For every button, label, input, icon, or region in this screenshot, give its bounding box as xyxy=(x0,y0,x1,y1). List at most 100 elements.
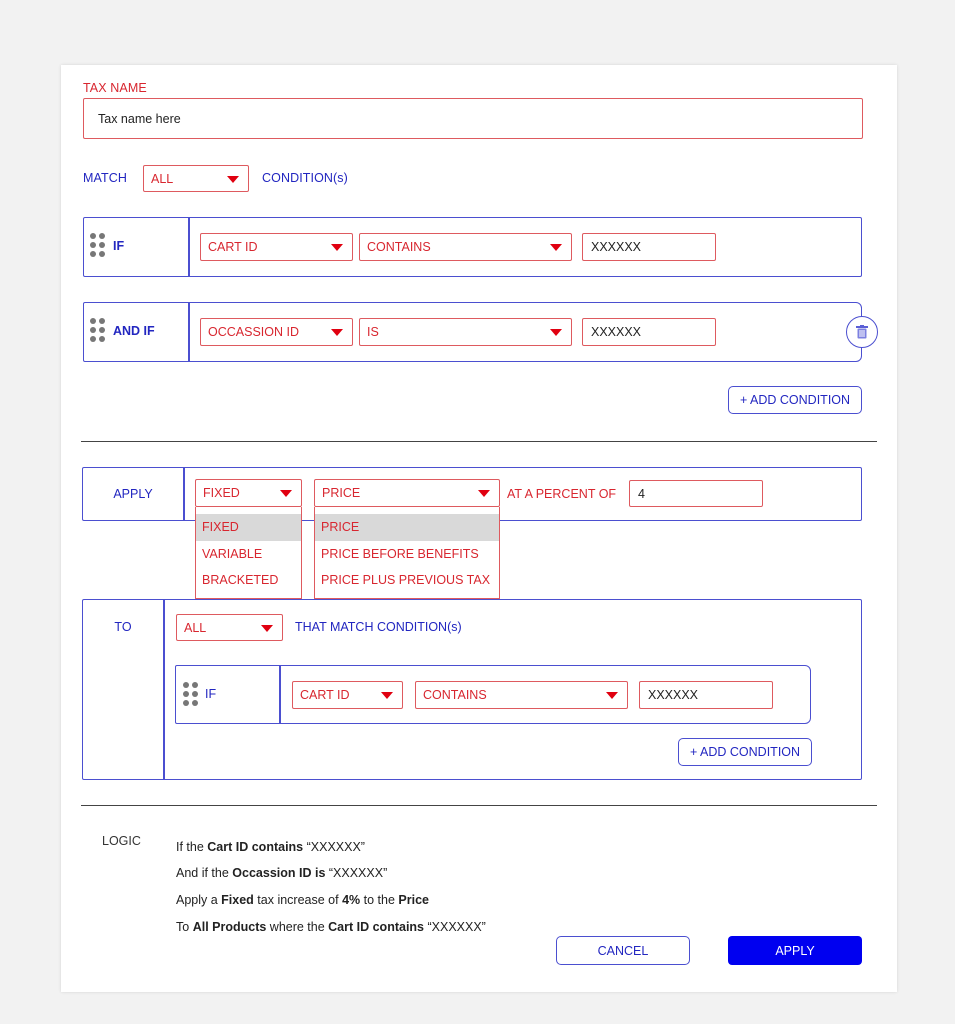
logic-line: If the Cart ID contains “XXXXXX” xyxy=(176,840,365,854)
add-condition-button[interactable]: + ADD CONDITION xyxy=(728,386,862,414)
delete-condition-button[interactable] xyxy=(846,316,878,348)
divider xyxy=(188,303,190,361)
cancel-button[interactable]: CANCEL xyxy=(556,936,690,965)
logic-emphasis: Price xyxy=(398,893,429,907)
value-text: XXXXXX xyxy=(591,325,642,339)
percent-input[interactable]: 4 xyxy=(629,480,763,507)
chevron-down-icon xyxy=(261,624,273,632)
condition-value-input[interactable]: XXXXXX xyxy=(582,233,716,261)
option-price-before-benefits[interactable]: PRICE BEFORE BENEFITS xyxy=(315,541,499,568)
percent-value: 4 xyxy=(638,486,645,501)
option-price[interactable]: PRICE xyxy=(315,514,499,541)
condition-prefix: IF xyxy=(113,239,125,253)
logic-emphasis: 4% xyxy=(342,893,361,907)
section-divider xyxy=(81,805,877,806)
chevron-down-icon xyxy=(606,692,618,699)
divider xyxy=(279,666,281,723)
condition-operator-select[interactable]: IS xyxy=(359,318,572,346)
logic-text: “XXXXXX” xyxy=(325,866,388,880)
apply-type-select[interactable]: FIXED xyxy=(195,479,302,507)
logic-text: To xyxy=(176,920,193,934)
value-text: XXXXXX xyxy=(591,240,642,254)
trash-icon xyxy=(856,325,868,339)
field-value: OCCASSION ID xyxy=(208,325,299,339)
to-match-value: ALL xyxy=(184,620,207,635)
option-variable[interactable]: VARIABLE xyxy=(196,541,301,568)
logic-text: to the xyxy=(360,893,399,907)
drag-handle-icon[interactable] xyxy=(90,318,108,344)
apply-type-options: FIXED VARIABLE BRACKETED xyxy=(195,507,302,599)
tax-rule-form: TAX NAME Tax name here MATCH ALL CONDITI… xyxy=(61,65,897,992)
apply-label: APPLY xyxy=(113,487,153,501)
condition-operator-select[interactable]: CONTAINS xyxy=(415,681,628,709)
logic-line: Apply a Fixed tax increase of 4% to the … xyxy=(176,893,429,907)
condition-value-input[interactable]: XXXXXX xyxy=(639,681,773,709)
value-text: XXXXXX xyxy=(648,688,699,702)
chevron-down-icon xyxy=(227,175,239,183)
logic-label: LOGIC xyxy=(102,834,141,848)
condition-field-select[interactable]: CART ID xyxy=(292,681,403,709)
logic-text: If the xyxy=(176,840,208,854)
tax-name-value: Tax name here xyxy=(98,111,181,126)
logic-text: And if the xyxy=(176,866,233,880)
to-label: TO xyxy=(114,620,132,634)
condition-prefix: AND IF xyxy=(113,324,155,338)
section-divider xyxy=(81,441,877,442)
field-value: CART ID xyxy=(300,688,350,702)
logic-emphasis: All Products xyxy=(192,920,267,934)
condition-field-select[interactable]: CART ID xyxy=(200,233,353,261)
condition-row: AND IF OCCASSION ID IS XXXXXX xyxy=(83,302,862,362)
condition-operator-select[interactable]: CONTAINS xyxy=(359,233,572,261)
to-section: TO ALL THAT MATCH CONDITION(s) IF CART I… xyxy=(82,599,862,780)
apply-button[interactable]: APPLY xyxy=(728,936,862,965)
operator-value: CONTAINS xyxy=(423,688,487,702)
divider xyxy=(188,218,190,276)
logic-emphasis: Occassion ID is xyxy=(232,866,326,880)
logic-emphasis: Fixed xyxy=(221,893,254,907)
condition-value-input[interactable]: XXXXXX xyxy=(582,318,716,346)
logic-line: And if the Occassion ID is “XXXXXX” xyxy=(176,866,387,880)
match-select-value: ALL xyxy=(151,171,174,186)
match-suffix: CONDITION(s) xyxy=(262,171,348,185)
logic-text: tax increase of xyxy=(253,893,343,907)
drag-handle-icon[interactable] xyxy=(90,233,108,259)
to-match-select[interactable]: ALL xyxy=(176,614,283,641)
chevron-down-icon xyxy=(331,244,343,251)
apply-base-select[interactable]: PRICE xyxy=(314,479,500,507)
tax-name-input[interactable]: Tax name here xyxy=(83,98,863,139)
apply-base-value: PRICE xyxy=(322,486,361,500)
condition-field-select[interactable]: OCCASSION ID xyxy=(200,318,353,346)
chevron-down-icon xyxy=(478,490,490,497)
logic-text: Apply a xyxy=(176,893,222,907)
tax-name-label: TAX NAME xyxy=(83,81,147,95)
match-label: MATCH xyxy=(83,171,128,185)
match-select[interactable]: ALL xyxy=(143,165,249,192)
field-value: CART ID xyxy=(208,240,258,254)
chevron-down-icon xyxy=(280,490,292,497)
drag-handle-icon[interactable] xyxy=(183,682,201,708)
divider xyxy=(183,468,185,520)
logic-emphasis: Cart ID contains xyxy=(207,840,304,854)
logic-text: where the xyxy=(266,920,329,934)
logic-text: “XXXXXX” xyxy=(303,840,365,854)
apply-base-options: PRICE PRICE BEFORE BENEFITS PRICE PLUS P… xyxy=(314,507,500,599)
chevron-down-icon xyxy=(381,692,393,699)
operator-value: IS xyxy=(367,325,379,339)
option-price-plus-previous-tax[interactable]: PRICE PLUS PREVIOUS TAX xyxy=(315,567,499,594)
chevron-down-icon xyxy=(550,329,562,336)
to-condition-row: IF CART ID CONTAINS XXXXXX xyxy=(175,665,811,724)
chevron-down-icon xyxy=(550,244,562,251)
condition-prefix: IF xyxy=(205,687,217,701)
condition-row: IF CART ID CONTAINS XXXXXX xyxy=(83,217,862,277)
apply-type-value: FIXED xyxy=(203,486,240,500)
logic-text: “XXXXXX” xyxy=(424,920,486,934)
option-bracketed[interactable]: BRACKETED xyxy=(196,567,301,594)
add-to-condition-button[interactable]: + ADD CONDITION xyxy=(678,738,812,766)
chevron-down-icon xyxy=(331,329,343,336)
logic-emphasis: Cart ID contains xyxy=(328,920,425,934)
logic-line: To All Products where the Cart ID contai… xyxy=(176,920,486,934)
to-match-suffix: THAT MATCH CONDITION(s) xyxy=(295,620,462,634)
percent-label: AT A PERCENT OF xyxy=(507,487,617,501)
option-fixed[interactable]: FIXED xyxy=(196,514,301,541)
divider xyxy=(163,600,165,779)
